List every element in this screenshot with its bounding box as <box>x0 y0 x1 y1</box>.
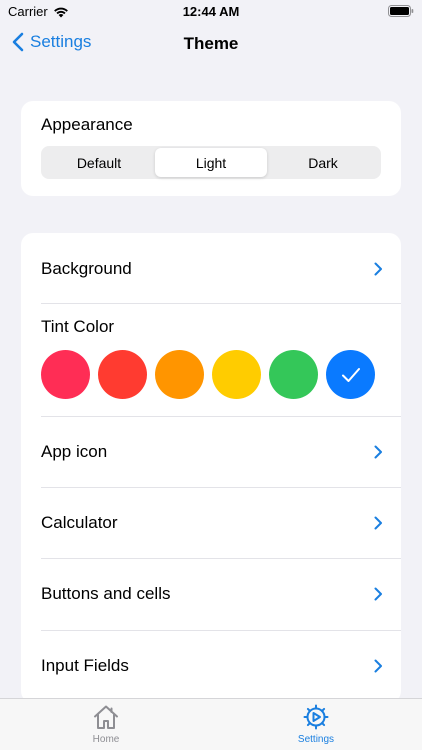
divider <box>41 558 401 559</box>
tab-settings[interactable]: Settings <box>256 703 376 745</box>
row-buttons-and-cells-label: Buttons and cells <box>41 584 171 603</box>
chevron-right-icon <box>374 587 382 601</box>
gear-icon <box>303 704 329 730</box>
row-calculator-label: Calculator <box>41 513 118 532</box>
battery-icon <box>388 5 414 17</box>
status-bar: Carrier 12:44 AM <box>0 0 422 24</box>
chevron-right-icon <box>374 445 382 459</box>
row-app-icon[interactable]: App icon <box>41 430 401 474</box>
row-app-icon-label: App icon <box>41 442 108 461</box>
navigation-bar: Settings Theme <box>0 24 422 64</box>
divider <box>41 303 401 304</box>
chevron-right-icon <box>374 659 382 673</box>
swatch-yellow[interactable] <box>212 350 261 399</box>
tint-color-label: Tint Color <box>41 317 115 336</box>
row-background-label: Background <box>41 259 132 278</box>
appearance-label: Appearance <box>41 115 133 134</box>
row-input-fields[interactable]: Input Fields <box>41 644 401 688</box>
tab-home[interactable]: Home <box>46 703 166 745</box>
chevron-right-icon <box>374 262 382 276</box>
appearance-segmented-control: Default Light Dark <box>41 146 381 179</box>
tab-home-label: Home <box>92 734 120 745</box>
row-input-fields-label: Input Fields <box>41 656 129 675</box>
divider <box>41 487 401 488</box>
divider <box>41 630 401 631</box>
segment-light[interactable]: Light <box>155 148 267 177</box>
tint-color-section: Tint Color <box>41 317 401 417</box>
row-buttons-and-cells[interactable]: Buttons and cells <box>41 572 401 616</box>
divider <box>41 416 401 417</box>
swatch-orange[interactable] <box>155 350 204 399</box>
home-icon <box>94 705 118 729</box>
row-background[interactable]: Background <box>41 247 401 291</box>
theme-options-list: Background Tint Color App icon Calculato… <box>21 233 401 703</box>
clock: 12:44 AM <box>182 4 240 19</box>
tab-bar: Home Settings <box>0 698 422 750</box>
chevron-right-icon <box>374 516 382 530</box>
page-title: Theme <box>183 34 239 53</box>
segment-dark[interactable]: Dark <box>267 148 379 177</box>
appearance-card: Appearance Default Light Dark <box>21 101 401 196</box>
row-calculator[interactable]: Calculator <box>41 501 401 545</box>
checkmark-icon <box>341 367 360 382</box>
swatch-red[interactable] <box>98 350 147 399</box>
swatch-pink[interactable] <box>41 350 90 399</box>
swatch-blue[interactable] <box>326 350 375 399</box>
swatch-green[interactable] <box>269 350 318 399</box>
tint-swatches <box>41 350 375 399</box>
screen: Carrier 12:44 AM Settings Theme Appearan… <box>0 0 422 750</box>
tab-settings-label: Settings <box>297 734 335 745</box>
segment-default[interactable]: Default <box>43 148 155 177</box>
